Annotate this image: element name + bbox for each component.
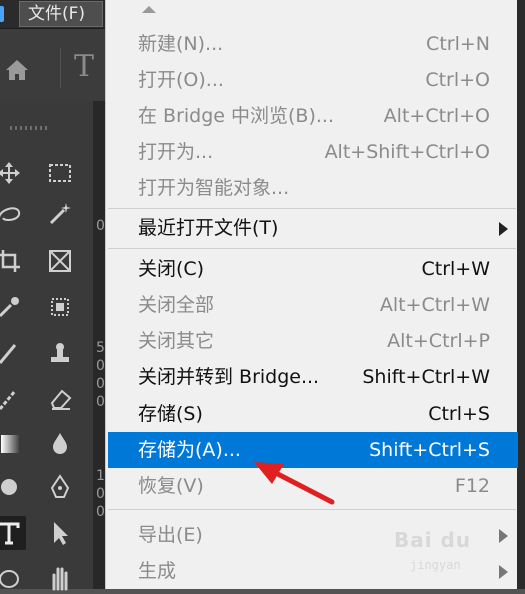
ruler-digit: 0 xyxy=(96,486,105,502)
watermark-text: Bai du xyxy=(394,528,472,552)
crop-icon[interactable] xyxy=(0,244,26,278)
magic-wand-icon[interactable] xyxy=(43,197,77,231)
menu-item-label: 最近打开文件(T) xyxy=(138,217,279,239)
ruler-digit: 0 xyxy=(96,358,105,374)
menu-item-label: 关闭并转到 Bridge... xyxy=(138,366,320,388)
menu-item-shortcut: Alt+Ctrl+P xyxy=(387,330,490,352)
menu-item-label: 关闭(C) xyxy=(138,258,205,280)
ruler-digit: 0 xyxy=(96,504,105,520)
menu-item-label: 在 Bridge 中浏览(B)... xyxy=(138,105,334,127)
menu-item-label: 关闭其它 xyxy=(138,330,215,352)
menu-item-label: 存储(S) xyxy=(138,403,203,425)
stamp-icon[interactable] xyxy=(43,336,77,370)
menu-separator xyxy=(108,248,516,249)
menu-item-close-others[interactable]: 关闭其它 Alt+Ctrl+P xyxy=(106,323,518,359)
menu-item-open-recent[interactable]: 最近打开文件(T) xyxy=(106,210,518,246)
gradient-icon[interactable] xyxy=(0,426,26,460)
menu-item-close-all[interactable]: 关闭全部 Alt+Ctrl+W xyxy=(106,287,518,323)
move-icon[interactable] xyxy=(0,156,26,190)
menu-item-label: 生成 xyxy=(138,560,177,582)
menu-item-shortcut: F12 xyxy=(454,475,490,497)
eraser-icon[interactable] xyxy=(43,382,77,416)
file-menu-button[interactable]: 文件(F) xyxy=(19,1,103,27)
menu-separator xyxy=(108,509,516,510)
dodge-icon[interactable] xyxy=(0,470,26,504)
menu-item-label: 打开(O)... xyxy=(138,69,224,91)
menu-item-new[interactable]: 新建(N)... Ctrl+N xyxy=(106,26,518,62)
menu-item-label: 关闭全部 xyxy=(138,294,215,316)
healing-icon[interactable] xyxy=(43,290,77,324)
watermark-logo: Bai du jingyan xyxy=(388,522,518,582)
menu-item-label: 新建(N)... xyxy=(138,33,224,55)
menu-item-shortcut: Alt+Ctrl+W xyxy=(379,294,490,316)
menu-item-open[interactable]: 打开(O)... Ctrl+O xyxy=(106,62,518,98)
type-options-icon[interactable]: T xyxy=(74,49,94,85)
menu-item-label: 打开为智能对象... xyxy=(138,177,290,199)
menu-item-label: 存储为(A)... xyxy=(138,439,241,461)
menu-item-shortcut: Shift+Ctrl+S xyxy=(369,439,490,461)
frame-icon[interactable] xyxy=(43,244,77,278)
path-selection-icon[interactable] xyxy=(43,516,77,550)
menu-item-browse-in-bridge[interactable]: 在 Bridge 中浏览(B)... Alt+Ctrl+O xyxy=(106,98,518,134)
menu-item-revert[interactable]: 恢复(V) F12 xyxy=(106,468,518,504)
menu-item-shortcut: Alt+Ctrl+O xyxy=(383,105,490,127)
tools-panel-grip[interactable] xyxy=(10,126,50,130)
menu-item-label: 恢复(V) xyxy=(138,475,204,497)
menu-item-save[interactable]: 存储(S) Ctrl+S xyxy=(106,396,518,432)
file-dropdown-menu: 新建(N)... Ctrl+N 打开(O)... Ctrl+O 在 Bridge… xyxy=(105,0,518,589)
ruler-digit: 5 xyxy=(96,340,105,356)
options-separator xyxy=(60,48,61,88)
menu-item-shortcut: Ctrl+O xyxy=(425,69,490,91)
menu-item-shortcut: Alt+Shift+Ctrl+O xyxy=(324,141,490,163)
ruler-digit: 0 xyxy=(96,376,105,392)
lasso-icon[interactable] xyxy=(0,197,26,231)
ruler-digit: 0 xyxy=(96,218,105,234)
menu-item-label: 打开为... xyxy=(138,141,214,163)
type-tool-icon[interactable] xyxy=(0,516,26,550)
menu-item-shortcut: Ctrl+S xyxy=(428,403,490,425)
watermark-subtext: jingyan xyxy=(410,558,461,572)
blur-drop-icon[interactable] xyxy=(43,426,77,460)
menu-separator xyxy=(108,208,516,209)
home-icon[interactable] xyxy=(2,55,32,85)
pen-icon[interactable] xyxy=(43,470,77,504)
menu-item-close[interactable]: 关闭(C) Ctrl+W xyxy=(106,251,518,287)
menu-item-save-as[interactable]: 存储为(A)... Shift+Ctrl+S xyxy=(108,432,518,468)
eyedropper-icon[interactable] xyxy=(0,290,26,324)
menu-item-shortcut: Ctrl+N xyxy=(426,33,490,55)
ruler-digit: 0 xyxy=(96,394,105,410)
menu-item-label: 导出(E) xyxy=(138,524,203,546)
scroll-up-arrow-icon[interactable] xyxy=(142,6,156,13)
menu-item-open-as[interactable]: 打开为... Alt+Shift+Ctrl+O xyxy=(106,134,518,170)
menu-item-close-and-go-to-bridge[interactable]: 关闭并转到 Bridge... Shift+Ctrl+W xyxy=(106,359,518,395)
app-logo-edge xyxy=(0,6,4,22)
menu-item-shortcut: Shift+Ctrl+W xyxy=(362,366,490,388)
brush-icon[interactable] xyxy=(0,336,26,370)
ruler-digit: 1 xyxy=(96,468,105,484)
right-panel-edge xyxy=(517,0,525,589)
menu-item-shortcut: Ctrl+W xyxy=(421,258,490,280)
menu-item-open-as-smart-object[interactable]: 打开为智能对象... xyxy=(106,170,518,206)
submenu-arrow-icon xyxy=(499,222,508,236)
marquee-icon[interactable] xyxy=(43,156,77,190)
history-brush-icon[interactable] xyxy=(0,382,26,416)
